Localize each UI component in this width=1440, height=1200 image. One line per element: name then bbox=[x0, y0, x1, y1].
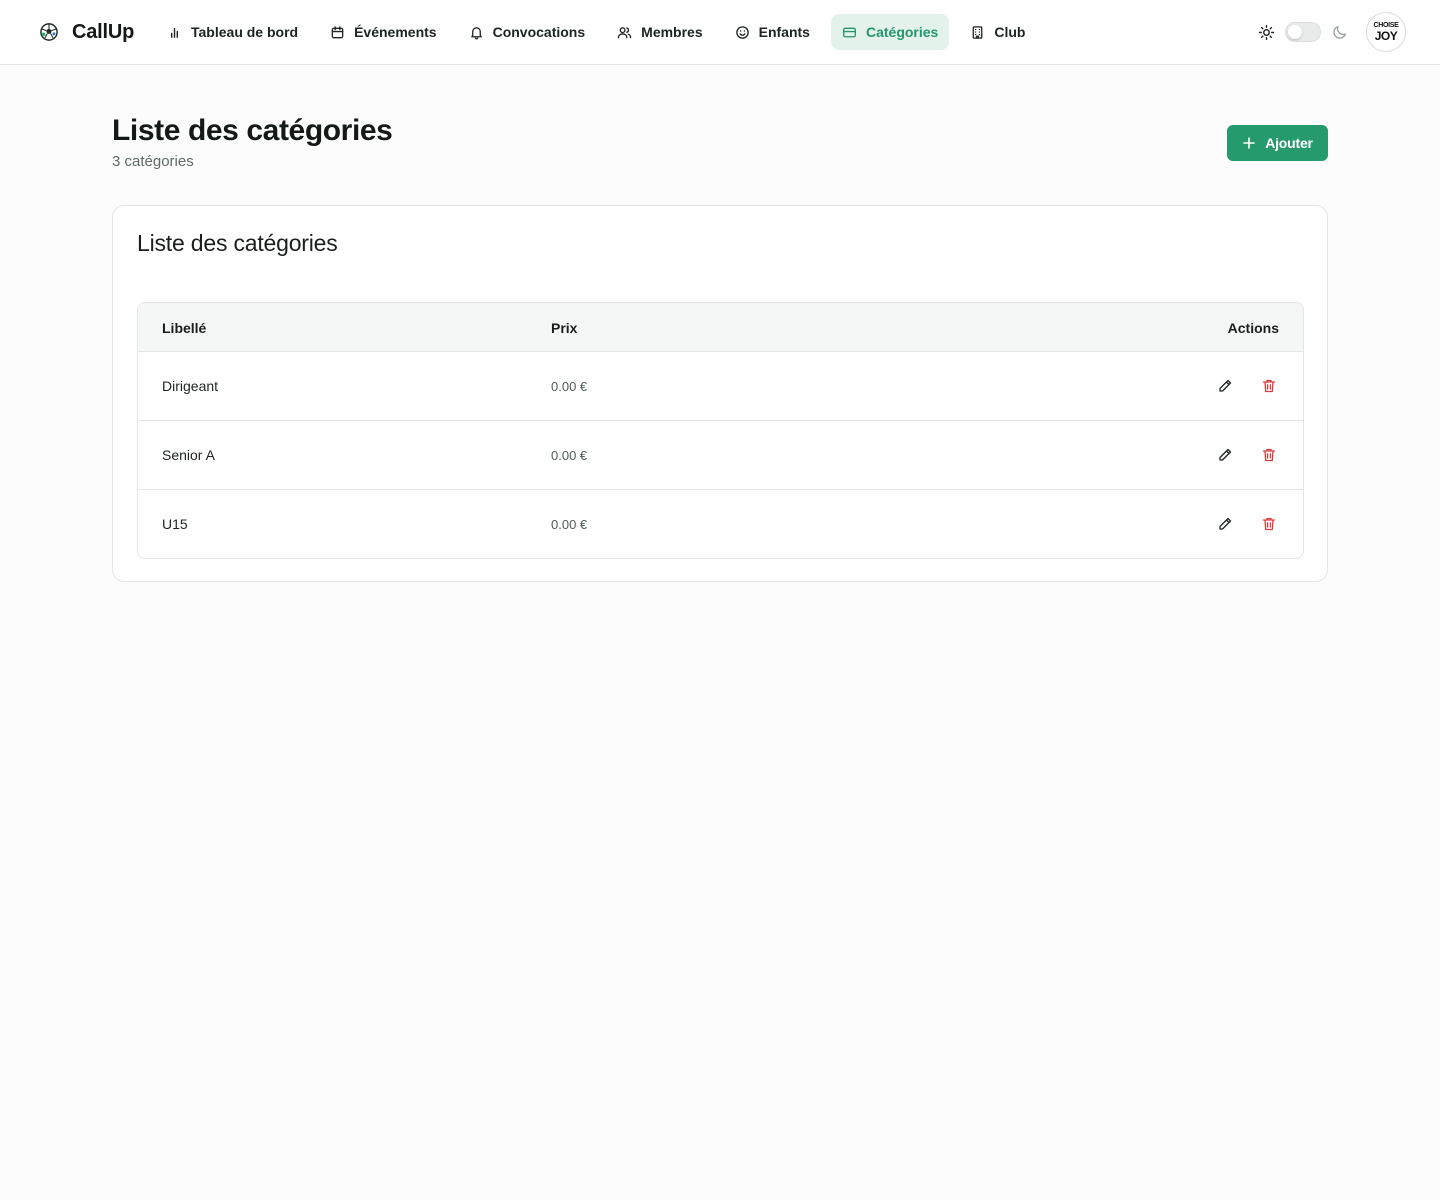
brand[interactable]: CallUp bbox=[40, 18, 134, 46]
add-category-button[interactable]: Ajouter bbox=[1227, 125, 1328, 161]
card-icon bbox=[842, 27, 856, 37]
nav-item-club[interactable]: Club bbox=[959, 14, 1036, 50]
nav-item-label: Tableau de bord bbox=[191, 24, 299, 40]
trash-icon bbox=[1262, 379, 1276, 393]
delete-button[interactable] bbox=[1259, 514, 1279, 534]
moon-icon bbox=[1333, 25, 1347, 39]
top-navigation-bar: CallUp Tableau de bord Événements Convoc… bbox=[0, 0, 1440, 65]
page-subtitle: 3 catégories bbox=[112, 153, 194, 170]
pencil-icon bbox=[1219, 448, 1232, 461]
soccer-ball-icon bbox=[40, 23, 58, 41]
row-label: Senior A bbox=[162, 447, 215, 463]
bell-icon bbox=[470, 26, 482, 39]
add-button-label: Ajouter bbox=[1265, 135, 1313, 151]
smile-icon bbox=[735, 25, 749, 39]
nav-item-label: Catégories bbox=[865, 24, 939, 40]
page-title: Liste des catégories bbox=[112, 114, 393, 147]
nav-item-convocations[interactable]: Convocations bbox=[458, 14, 597, 50]
card-title: Liste des catégories bbox=[137, 230, 338, 256]
sun-icon bbox=[1258, 24, 1275, 40]
table-row: U15 0.00 € bbox=[138, 490, 1303, 558]
nav-item-label: Enfants bbox=[758, 24, 810, 40]
nav-item-dashboard[interactable]: Tableau de bord bbox=[156, 14, 309, 50]
avatar-text-top: CHOISE bbox=[1373, 22, 1399, 29]
row-label: U15 bbox=[162, 516, 188, 532]
calendar-icon bbox=[331, 25, 344, 38]
nav-item-label: Événements bbox=[354, 24, 437, 40]
row-price: 0.00 € bbox=[551, 378, 588, 394]
avatar-text-bottom: JOY bbox=[1374, 29, 1398, 43]
column-header-label: Libellé bbox=[162, 319, 207, 336]
nav-item-children[interactable]: Enfants bbox=[724, 14, 821, 50]
row-price: 0.00 € bbox=[551, 447, 588, 463]
row-actions bbox=[1215, 352, 1279, 420]
plus-icon bbox=[1243, 137, 1255, 149]
row-label: Dirigeant bbox=[162, 378, 219, 394]
avatar[interactable]: CHOISE JOY bbox=[1366, 12, 1406, 52]
delete-button[interactable] bbox=[1259, 445, 1279, 465]
app-name: CallUp bbox=[72, 20, 135, 43]
categories-card: Liste des catégories Libellé Prix Action… bbox=[112, 205, 1328, 582]
nav-item-members[interactable]: Membres bbox=[606, 14, 713, 50]
row-actions bbox=[1215, 490, 1279, 558]
nav-item-categories[interactable]: Catégories bbox=[830, 14, 950, 50]
edit-button[interactable] bbox=[1215, 445, 1235, 465]
row-price: 0.00 € bbox=[551, 516, 588, 532]
nav-item-label: Convocations bbox=[492, 24, 586, 40]
bar-chart-icon bbox=[170, 27, 179, 38]
table-header: Libellé Prix Actions bbox=[138, 303, 1303, 352]
categories-table: Libellé Prix Actions Dirigeant 0.00 € Se… bbox=[137, 302, 1304, 559]
table-row: Senior A 0.00 € bbox=[138, 421, 1303, 490]
edit-button[interactable] bbox=[1215, 376, 1235, 396]
row-actions bbox=[1215, 421, 1279, 489]
column-header-price: Prix bbox=[551, 319, 578, 336]
main-nav: Tableau de bord Événements Convocations … bbox=[156, 14, 1046, 50]
column-header-actions: Actions bbox=[1227, 319, 1279, 336]
delete-button[interactable] bbox=[1259, 376, 1279, 396]
pencil-icon bbox=[1219, 379, 1232, 392]
nav-item-label: Club bbox=[994, 24, 1026, 40]
building-icon bbox=[972, 25, 983, 39]
trash-icon bbox=[1262, 448, 1276, 462]
edit-button[interactable] bbox=[1215, 514, 1235, 534]
nav-item-label: Membres bbox=[641, 24, 703, 40]
theme-and-account: CHOISE JOY bbox=[1258, 12, 1406, 52]
dark-mode-toggle[interactable] bbox=[1285, 22, 1321, 42]
nav-item-events[interactable]: Événements bbox=[319, 14, 447, 50]
users-icon bbox=[617, 26, 632, 38]
table-row: Dirigeant 0.00 € bbox=[138, 352, 1303, 421]
pencil-icon bbox=[1219, 517, 1232, 530]
trash-icon bbox=[1262, 517, 1276, 531]
toggle-knob bbox=[1288, 25, 1302, 39]
